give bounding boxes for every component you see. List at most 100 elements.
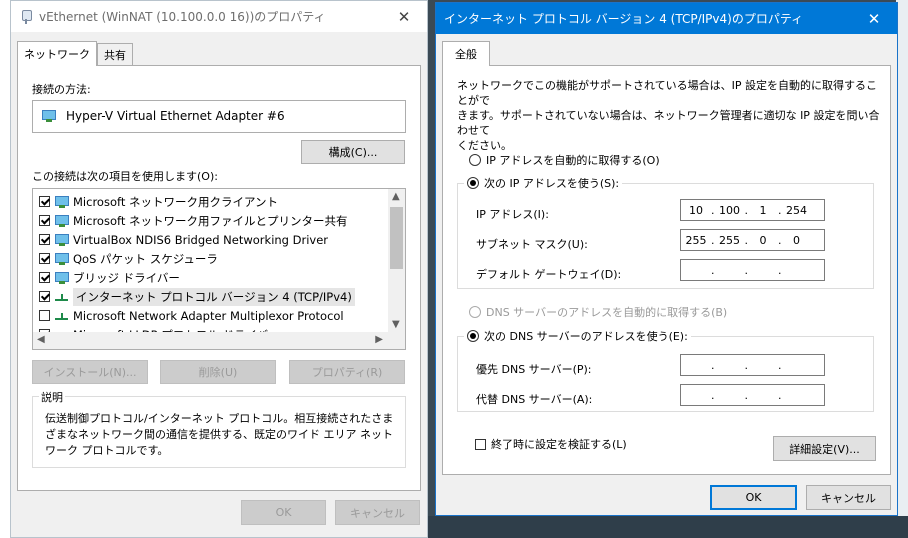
intro-text: ネットワークでこの機能がサポートされている場合は、IP 設定を自動的に取得するこ… xyxy=(457,78,882,153)
properties-button[interactable]: プロパティ(R) xyxy=(289,360,405,384)
ok-button[interactable]: OK xyxy=(710,485,797,510)
description-text: 伝送制御プロトコル/インターネット プロトコル。相互接続されたさまざまなネットワ… xyxy=(45,412,394,457)
list-item[interactable]: ブリッジ ドライバー xyxy=(39,268,180,287)
taskbar-area xyxy=(428,516,908,538)
ip-octet: 0 xyxy=(759,233,767,247)
validate-checkbox[interactable] xyxy=(475,438,486,450)
vertical-scrollbar[interactable]: ▲ ▼ xyxy=(388,189,405,332)
list-item[interactable]: Microsoft Network Adapter Multiplexor Pr… xyxy=(39,306,344,325)
ip-address-field[interactable]: 10. 100. 1. 254 xyxy=(680,199,825,221)
ipv4-properties-titlebar[interactable]: インターネット プロトコル バージョン 4 (TCP/IPv4)のプロパティ ✕ xyxy=(436,3,897,34)
install-button[interactable]: インストール(N)... xyxy=(32,360,148,384)
intro-text-line-1: ネットワークでこの機能がサポートされている場合は、IP 設定を自動的に取得するこ… xyxy=(457,79,878,107)
manual-dns-option[interactable]: 次の DNS サーバーのアドレスを使う(E): xyxy=(464,328,691,344)
configure-button[interactable]: 構成(C)... xyxy=(301,140,405,164)
subnet-mask-field[interactable]: 255. 255. 0. 0 xyxy=(680,229,825,251)
tab-sharing[interactable]: 共有 xyxy=(97,43,133,65)
network-driver-icon xyxy=(54,233,70,247)
tab-general[interactable]: 全般 xyxy=(442,41,490,66)
ip-separator: . xyxy=(778,388,782,402)
auto-dns-option[interactable]: DNS サーバーのアドレスを自動的に取得する(B) xyxy=(469,304,727,320)
ok-button[interactable]: OK xyxy=(241,500,326,525)
file-share-icon xyxy=(54,214,70,228)
tab-strip: 全般 xyxy=(442,41,490,66)
cancel-button[interactable]: キャンセル xyxy=(335,500,420,525)
item-checkbox[interactable] xyxy=(39,310,50,321)
alternate-dns-field[interactable]: . . . xyxy=(680,384,825,406)
item-checkbox[interactable] xyxy=(39,272,50,283)
network-client-icon xyxy=(54,195,70,209)
scroll-thumb[interactable] xyxy=(390,207,403,269)
horizontal-scrollbar[interactable]: ◀ ▶ xyxy=(33,332,405,349)
scroll-down-icon[interactable]: ▼ xyxy=(392,319,400,330)
alternate-dns-label: 代替 DNS サーバー(A): xyxy=(476,393,593,406)
auto-dns-radio[interactable] xyxy=(469,306,481,318)
adapter-name: Hyper-V Virtual Ethernet Adapter #6 xyxy=(66,109,285,123)
gateway-label: デフォルト ゲートウェイ(D): xyxy=(476,268,622,281)
ip-octet: 10 xyxy=(689,203,703,217)
ip-separator: . xyxy=(744,358,749,372)
cancel-button[interactable]: キャンセル xyxy=(806,485,891,510)
tab-network[interactable]: ネットワーク xyxy=(17,41,97,66)
list-item[interactable]: Microsoft ネットワーク用ファイルとプリンター共有 xyxy=(39,211,348,230)
scroll-left-icon[interactable]: ◀ xyxy=(37,334,45,345)
list-item-label: VirtualBox NDIS6 Bridged Networking Driv… xyxy=(73,232,329,247)
list-item[interactable]: Microsoft ネットワーク用クライアント xyxy=(39,192,278,211)
item-checkbox[interactable] xyxy=(39,291,50,302)
list-item[interactable]: QoS パケット スケジューラ xyxy=(39,249,218,268)
item-checkbox[interactable] xyxy=(39,234,50,245)
ip-address-group: 次の IP アドレスを使う(S): IP アドレス(I): 10. 100. 1… xyxy=(457,175,874,289)
bridge-icon xyxy=(54,271,70,285)
ip-address-label: IP アドレス(I): xyxy=(476,208,549,221)
uninstall-button[interactable]: 削除(U) xyxy=(160,360,276,384)
tab-strip: ネットワーク 共有 xyxy=(17,41,133,66)
ip-separator: . xyxy=(711,388,715,402)
list-item-label: QoS パケット スケジューラ xyxy=(73,251,218,266)
intro-text-line-2: きます。サポートされていない場合は、ネットワーク管理者に適切な IP 設定を問い… xyxy=(457,109,880,137)
preferred-dns-label: 優先 DNS サーバー(P): xyxy=(476,363,592,376)
item-checkbox[interactable] xyxy=(39,196,50,207)
description-title: 説明 xyxy=(39,389,65,405)
auto-ip-label: IP アドレスを自動的に取得する(O) xyxy=(486,154,660,167)
manual-ip-label: 次の IP アドレスを使う(S): xyxy=(484,177,620,190)
auto-dns-label: DNS サーバーのアドレスを自動的に取得する(B) xyxy=(486,306,728,319)
manual-ip-option[interactable]: 次の IP アドレスを使う(S): xyxy=(464,175,623,191)
close-icon[interactable]: ✕ xyxy=(851,3,897,34)
list-item-label: Microsoft ネットワーク用ファイルとプリンター共有 xyxy=(73,213,348,228)
manual-dns-radio[interactable] xyxy=(467,330,479,342)
list-item-label: ブリッジ ドライバー xyxy=(73,270,180,285)
components-list[interactable]: Microsoft ネットワーク用クライアント Microsoft ネットワーク… xyxy=(32,188,406,350)
advanced-button[interactable]: 詳細設定(V)... xyxy=(773,436,876,461)
close-icon[interactable]: ✕ xyxy=(381,1,427,32)
list-item[interactable]: VirtualBox NDIS6 Bridged Networking Driv… xyxy=(39,230,328,249)
list-item-selected[interactable]: インターネット プロトコル バージョン 4 (TCP/IPv4) xyxy=(39,287,355,306)
window-title: インターネット プロトコル バージョン 4 (TCP/IPv4)のプロパティ xyxy=(444,12,804,26)
item-checkbox[interactable] xyxy=(39,215,50,226)
auto-ip-radio[interactable] xyxy=(469,154,481,166)
network-adapter-icon xyxy=(19,9,33,25)
gateway-field[interactable]: . . . xyxy=(680,259,825,281)
adapter-properties-titlebar[interactable]: vEthernet (WinNAT (10.100.0.0 16))のプロパティ… xyxy=(11,1,427,32)
validate-label: 終了時に設定を検証する(L) xyxy=(491,438,627,451)
scroll-up-icon[interactable]: ▲ xyxy=(392,191,400,202)
subnet-mask-label: サブネット マスク(U): xyxy=(476,238,588,251)
ip-separator: . xyxy=(711,358,715,372)
validate-option[interactable]: 終了時に設定を検証する(L) xyxy=(475,436,627,452)
list-item-label: Microsoft ネットワーク用クライアント xyxy=(73,194,279,209)
adapter-icon xyxy=(41,109,57,123)
manual-ip-radio[interactable] xyxy=(467,177,479,189)
ip-separator: . xyxy=(711,263,715,277)
window-title: vEthernet (WinNAT (10.100.0.0 16))のプロパティ xyxy=(39,10,326,24)
auto-ip-option[interactable]: IP アドレスを自動的に取得する(O) xyxy=(469,152,660,168)
ip-octet: 255 xyxy=(719,233,740,247)
manual-dns-label: 次の DNS サーバーのアドレスを使う(E): xyxy=(484,330,688,343)
general-tab-panel: ネットワークでこの機能がサポートされている場合は、IP 設定を自動的に取得するこ… xyxy=(442,65,891,475)
preferred-dns-field[interactable]: . . . xyxy=(680,354,825,376)
item-checkbox[interactable] xyxy=(39,253,50,264)
intro-text-line-3: ください。 xyxy=(457,139,512,152)
scroll-right-icon[interactable]: ▶ xyxy=(375,334,383,345)
protocol-icon xyxy=(54,290,70,304)
adapter-properties-window: vEthernet (WinNAT (10.100.0.0 16))のプロパティ… xyxy=(10,0,428,538)
ip-octet: 0 xyxy=(793,233,800,247)
adapter-name-box: Hyper-V Virtual Ethernet Adapter #6 xyxy=(32,100,406,133)
